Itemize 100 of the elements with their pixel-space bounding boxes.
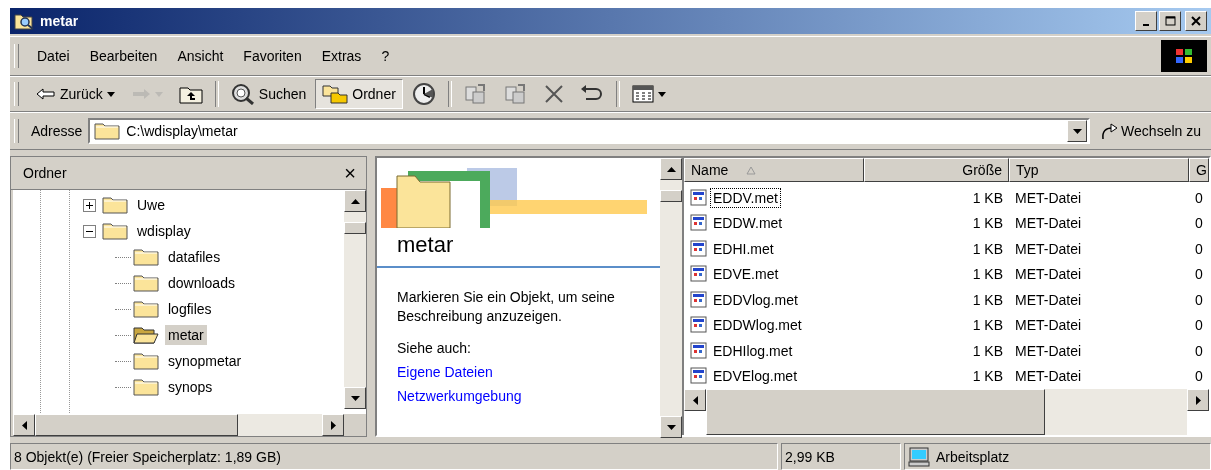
file-name[interactable]: EDDVlog.met (710, 289, 801, 310)
down-arrow-icon (1072, 128, 1082, 134)
scroll-down-button[interactable] (660, 416, 682, 438)
file-type: MET-Datei (1014, 317, 1083, 334)
dropdown-caret-icon (106, 91, 115, 97)
horizontal-scrollbar[interactable] (13, 414, 344, 436)
scroll-thumb[interactable] (344, 221, 366, 234)
link[interactable]: Eigene Dateien (397, 363, 493, 380)
tree-item[interactable]: Uwe (134, 195, 168, 215)
column-header[interactable]: Größe (864, 158, 1009, 182)
folders-button[interactable]: Ordner (315, 79, 403, 109)
file-name[interactable]: EDHIlog.met (710, 340, 796, 361)
link[interactable]: Netzwerkumgebung (397, 387, 522, 404)
search-button[interactable]: Suchen (223, 79, 314, 109)
menu-item[interactable]: Extras (311, 44, 372, 68)
expand-toggle[interactable] (83, 198, 96, 212)
pane-title: Ordner (23, 165, 67, 181)
table-cell-text: 0 (1194, 215, 1204, 232)
scrollbar-corner (344, 414, 366, 436)
folder-icon (133, 273, 159, 293)
scroll-thumb[interactable] (35, 414, 238, 436)
window-title: metar (40, 13, 79, 29)
minimize-button[interactable] (1135, 11, 1157, 31)
file-icon (690, 290, 708, 309)
close-icon (1191, 16, 1201, 26)
views-grid-icon (631, 85, 654, 103)
dropdown-button[interactable] (1067, 120, 1088, 142)
tree-item[interactable]: downloads (165, 273, 238, 293)
description-text: Markieren Sie ein Objekt, um seine Beschreibung anzuzeigen. (397, 288, 616, 326)
history-clock-icon (411, 82, 436, 106)
horizontal-scrollbar[interactable] (684, 389, 1209, 435)
column-header[interactable]: Typ (1009, 158, 1189, 182)
down-arrow-icon (350, 395, 360, 401)
up-arrow-icon (666, 166, 676, 172)
scroll-up-button[interactable] (660, 158, 682, 180)
back-button[interactable]: Zurück (29, 79, 122, 109)
tree-item[interactable]: synops (165, 377, 216, 397)
file-name[interactable]: EDHI.met (710, 238, 777, 259)
menu-item[interactable]: Bearbeiten (79, 44, 168, 68)
scroll-thumb[interactable] (660, 189, 682, 202)
right-arrow-icon (330, 420, 336, 430)
tree-item[interactable]: wdisplay (134, 221, 194, 241)
close-button[interactable] (1185, 11, 1207, 31)
folder-icon (133, 377, 159, 397)
address-label: Adresse (31, 123, 84, 139)
file-name[interactable]: EDDV.met (710, 187, 781, 208)
tree-item[interactable]: metar (165, 325, 207, 345)
file-icon (690, 214, 708, 233)
windows-logo-icon (1161, 40, 1207, 72)
column-header[interactable]: G (1189, 158, 1209, 182)
tree-item[interactable]: synopmetar (165, 351, 245, 371)
status-text: 8 Objekt(e) (Freier Speicherplatz: 1,89 GB) (10, 443, 778, 470)
file-icon (690, 239, 708, 258)
file-type: MET-Datei (1014, 368, 1083, 385)
vertical-scrollbar[interactable] (344, 190, 366, 409)
scroll-right-button[interactable] (322, 414, 344, 436)
file-name[interactable]: EDDWlog.met (710, 315, 805, 336)
sort-arrow-icon (746, 165, 757, 175)
tree-item[interactable]: datafiles (165, 247, 224, 267)
folder-title: metar (396, 231, 455, 259)
search-icon (230, 83, 255, 105)
folder-search-icon (14, 12, 34, 30)
file-name[interactable]: EDVE.met (710, 264, 782, 285)
address-field[interactable]: C:\wdisplay\metar (88, 118, 1091, 144)
menu-item[interactable]: Favoriten (233, 44, 312, 68)
menu-item[interactable]: Ansicht (167, 44, 234, 68)
file-name[interactable]: EDVElog.met (710, 366, 801, 387)
up-arrow-icon (350, 198, 360, 204)
file-type: MET-Datei (1014, 291, 1083, 308)
table-cell-text: 0 (1194, 291, 1204, 308)
table-cell-text: 0 (1194, 317, 1204, 334)
folder-icon (94, 121, 121, 141)
folder-up-icon (178, 84, 203, 104)
vertical-scrollbar[interactable] (660, 158, 682, 438)
menu-item[interactable]: Datei (27, 44, 80, 68)
scroll-up-button[interactable] (344, 190, 366, 212)
file-name[interactable]: EDDW.met (710, 213, 786, 234)
file-type: MET-Datei (1014, 215, 1083, 232)
scroll-down-button[interactable] (344, 387, 366, 409)
scroll-left-button[interactable] (13, 414, 35, 436)
scroll-thumb[interactable] (706, 389, 1045, 435)
file-icon (690, 188, 708, 207)
table-cell-text: 0 (1194, 240, 1204, 257)
scroll-left-button[interactable] (684, 389, 706, 411)
tree-item[interactable]: logfiles (165, 299, 215, 319)
collapse-toggle[interactable] (83, 224, 96, 238)
maximize-button[interactable] (1159, 11, 1181, 31)
back-arrow-icon (36, 87, 56, 101)
go-button[interactable]: Wechseln zu (1094, 120, 1207, 142)
computer-icon (908, 446, 930, 467)
menu-item[interactable]: ? (371, 44, 400, 68)
status-zone: Arbeitsplatz (936, 448, 1010, 465)
close-pane-button[interactable]: × (340, 163, 360, 183)
file-size: 1 KB (971, 189, 1004, 206)
status-size: 2,99 KB (781, 443, 901, 470)
folder-icon (133, 351, 159, 371)
scroll-right-button[interactable] (1187, 389, 1209, 411)
right-arrow-icon (1195, 395, 1201, 405)
column-header[interactable]: Name (684, 158, 864, 182)
plus-icon (84, 199, 95, 211)
